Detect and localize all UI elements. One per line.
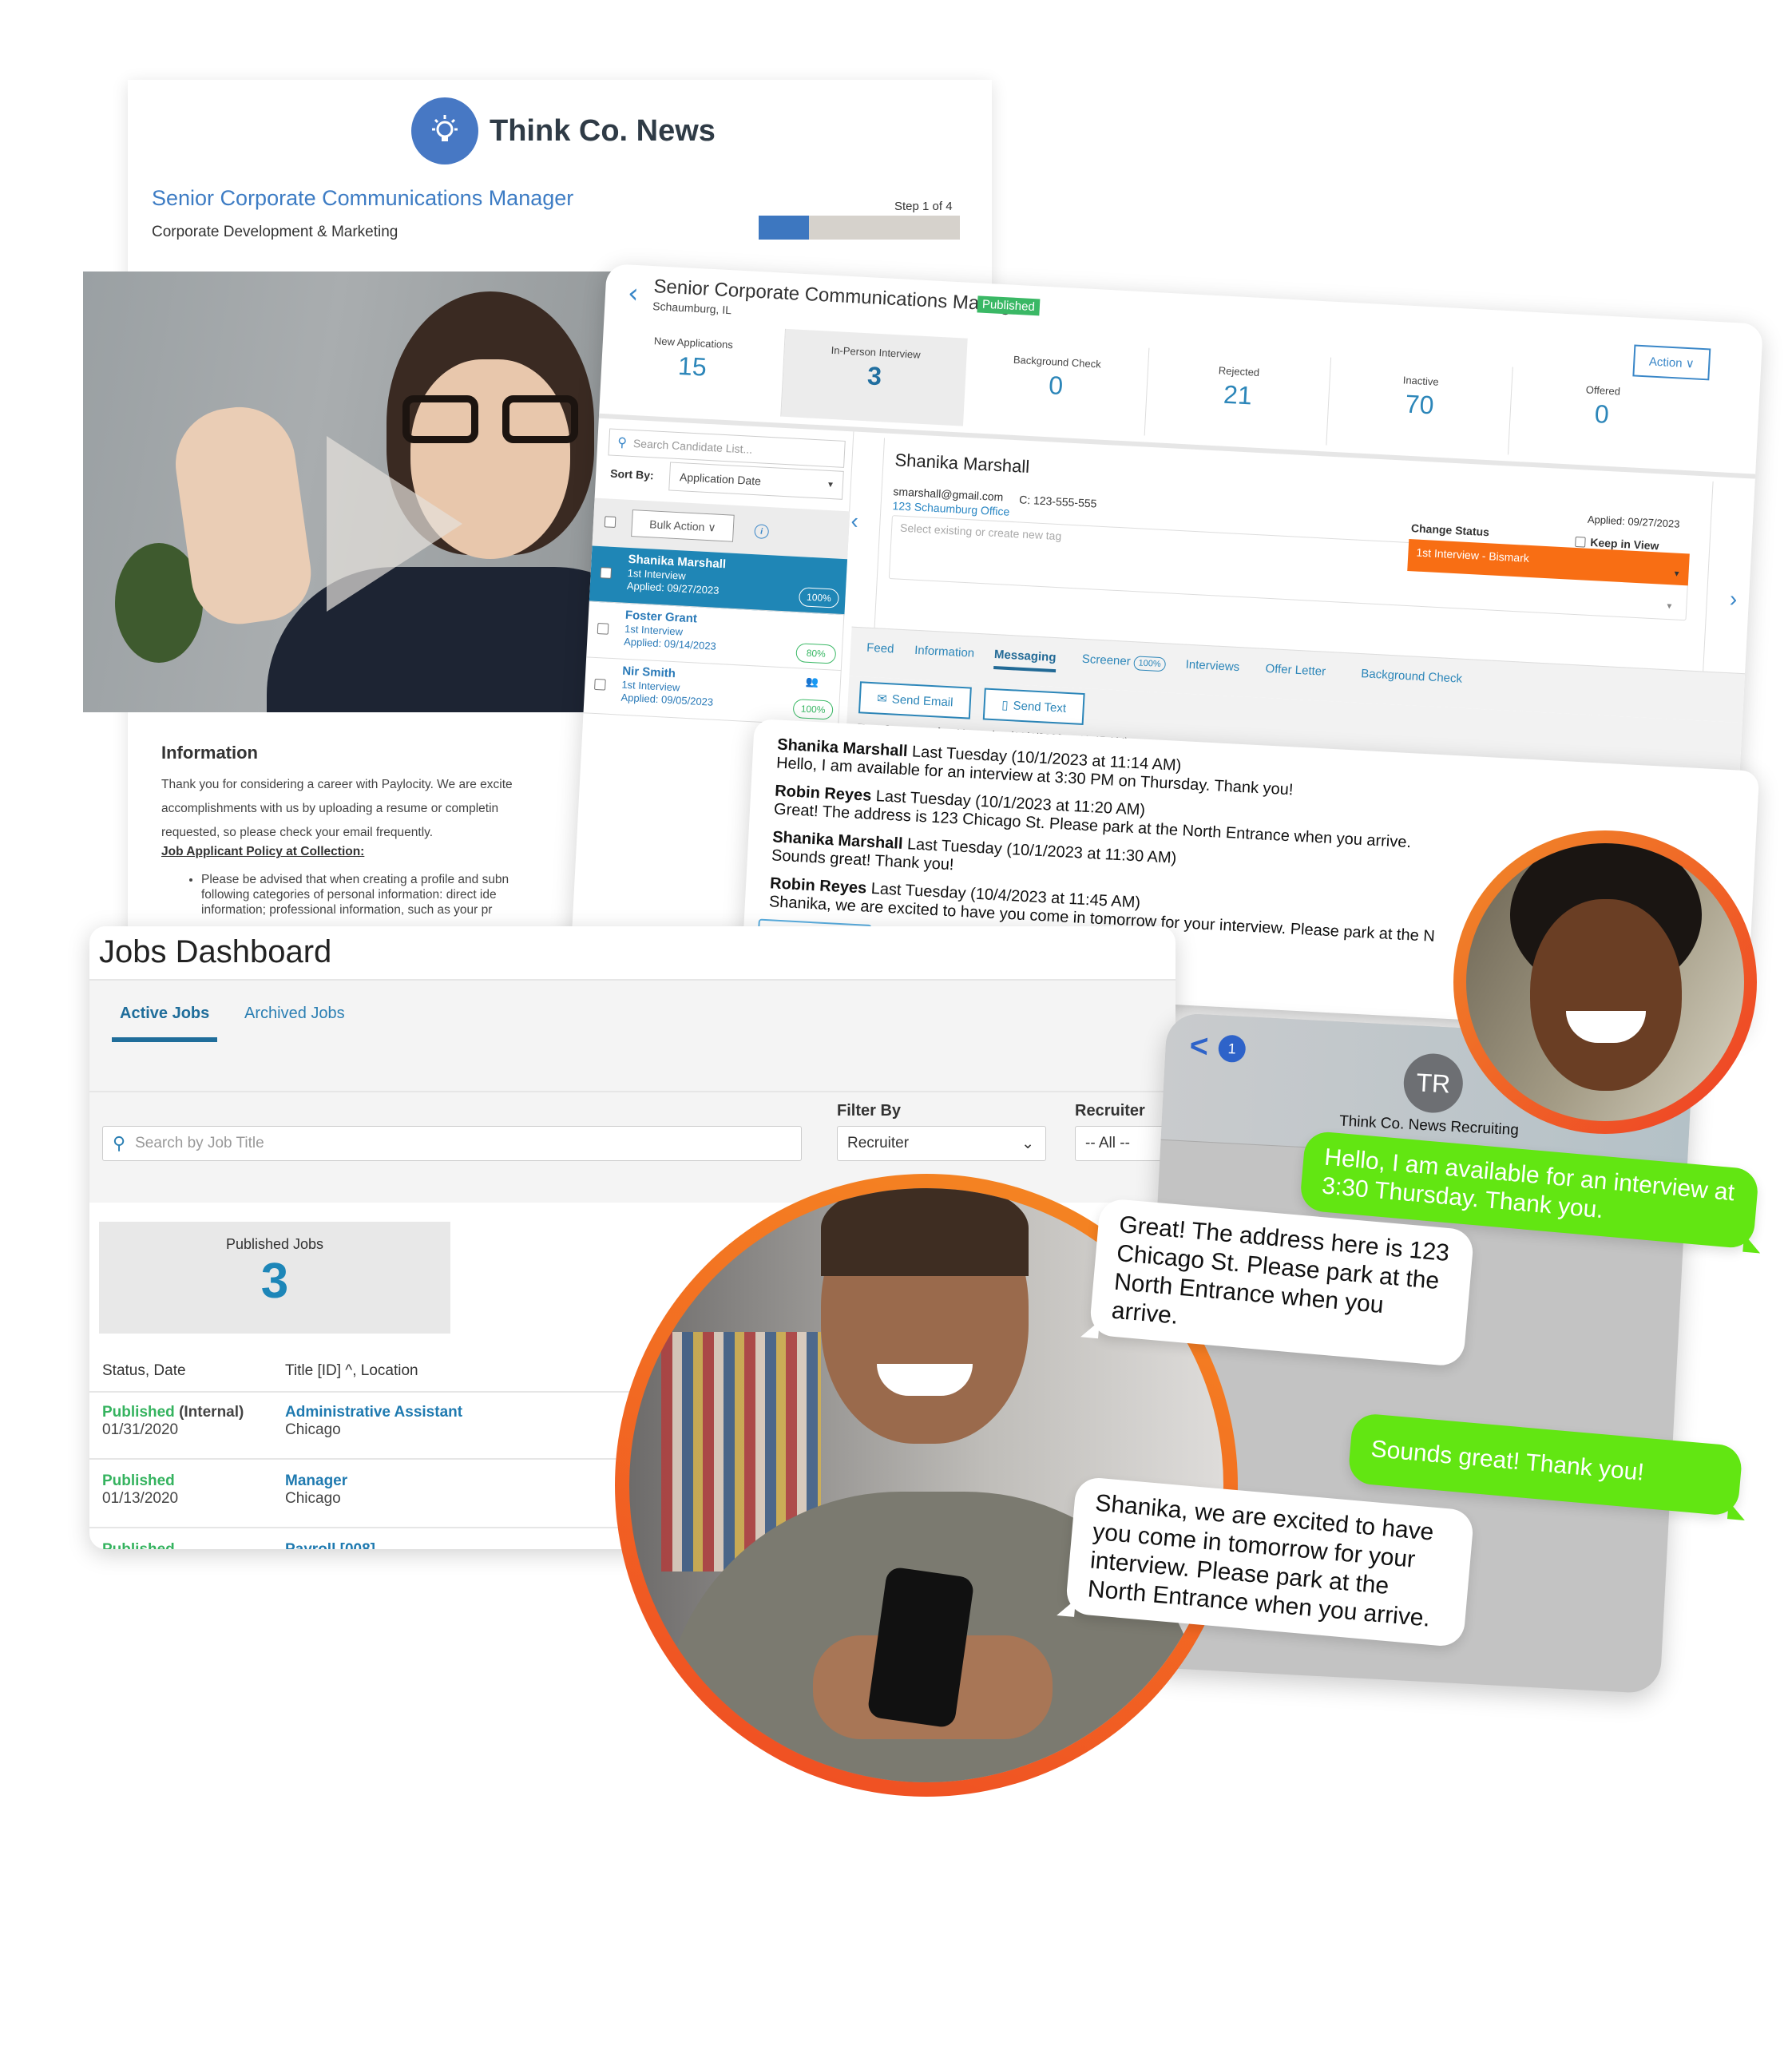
- stat-background-check[interactable]: Background Check 0: [962, 338, 1150, 436]
- tab-feed[interactable]: Feed: [866, 641, 894, 656]
- play-icon[interactable]: [327, 436, 462, 612]
- stat-in-person-interview[interactable]: In-Person Interview 3: [781, 328, 968, 426]
- status-badge: Published: [977, 295, 1041, 316]
- brand-header: Think Co. News: [411, 97, 716, 164]
- published-jobs-stat[interactable]: Published Jobs 3: [99, 1222, 450, 1334]
- applied-date: Applied: 09/27/2023: [1587, 513, 1680, 530]
- policy-list: Please be advised that when creating a p…: [161, 872, 609, 918]
- recruiter-label: Recruiter: [1075, 1102, 1145, 1120]
- step-progress-fill: [759, 216, 809, 240]
- job-location: Schaumburg, IL: [652, 299, 732, 317]
- score-badge: 80%: [795, 643, 837, 664]
- tab-interviews[interactable]: Interviews: [1185, 658, 1239, 675]
- group-icon: 👥: [805, 675, 819, 688]
- job-title-link[interactable]: Administrative Assistant: [285, 1404, 462, 1421]
- stat-inactive[interactable]: Inactive 70: [1326, 357, 1513, 455]
- tab-archived-jobs[interactable]: Archived Jobs: [244, 1005, 345, 1023]
- caret-down-icon: ▼: [1665, 601, 1674, 612]
- tab-messaging[interactable]: Messaging: [993, 648, 1057, 673]
- intro-video[interactable]: [83, 271, 658, 712]
- brand-name: Think Co. News: [490, 113, 716, 148]
- candidate-search-input[interactable]: ⚲ Search Candidate List...: [608, 428, 846, 468]
- tab-screener[interactable]: Screener 100%: [1081, 652, 1167, 672]
- step-progress-bar: [759, 216, 960, 240]
- candidate-name: Shanika Marshall: [894, 450, 1030, 478]
- lightbulb-icon: [411, 97, 478, 164]
- tab-offer-letter[interactable]: Offer Letter: [1265, 662, 1326, 679]
- bulk-action-button[interactable]: Bulk Action ∨: [631, 509, 735, 542]
- stat-new-applications[interactable]: New Applications 15: [599, 319, 787, 417]
- next-candidate-icon[interactable]: ›: [1729, 586, 1738, 612]
- jobs-tabs: Active Jobs Archived Jobs: [89, 979, 1176, 1091]
- filter-by-select[interactable]: Recruiter ⌄: [837, 1126, 1046, 1161]
- score-badge: 100%: [798, 587, 840, 608]
- sort-select[interactable]: Application Date ▼: [668, 462, 844, 500]
- candidate-portrait: [1453, 830, 1757, 1134]
- information-section: Information Thank you for considering a …: [161, 743, 609, 918]
- caret-down-icon: ▼: [1672, 569, 1681, 579]
- page-title: Jobs Dashboard: [99, 934, 332, 969]
- chevron-left-icon[interactable]: <: [1189, 1028, 1210, 1065]
- information-heading: Information: [161, 743, 258, 763]
- step-indicator: Step 1 of 4: [894, 200, 953, 213]
- tab-background-check[interactable]: Background Check: [1361, 667, 1462, 686]
- column-header-title-location[interactable]: Title [ID] ^, Location: [285, 1362, 418, 1380]
- unread-badge: 1: [1217, 1034, 1247, 1064]
- sort-label: Sort By:: [609, 466, 655, 482]
- previous-candidate-icon[interactable]: ‹: [850, 508, 859, 533]
- stat-rejected[interactable]: Rejected 21: [1144, 347, 1332, 446]
- row-checkbox[interactable]: [597, 623, 609, 635]
- job-title: Senior Corporate Communications Manager: [152, 186, 574, 210]
- row-checkbox[interactable]: [594, 678, 606, 691]
- job-search-input[interactable]: ⚲ Search by Job Title: [102, 1126, 802, 1161]
- mobile-phone-icon: ▯: [1001, 698, 1009, 713]
- send-email-button[interactable]: ✉ Send Email: [858, 681, 972, 719]
- send-text-button[interactable]: ▯ Send Text: [982, 688, 1085, 726]
- department: Corporate Development & Marketing: [152, 224, 398, 240]
- avatar: TR: [1401, 1052, 1465, 1115]
- chevron-left-icon[interactable]: ‹: [627, 277, 640, 310]
- policy-link[interactable]: Job Applicant Policy at Collection:: [161, 845, 609, 859]
- search-icon: ⚲: [616, 436, 628, 450]
- tab-information[interactable]: Information: [914, 644, 975, 660]
- filter-by-label: Filter By: [837, 1102, 902, 1120]
- candidate-phone: C: 123-555-555: [1018, 493, 1097, 510]
- envelope-icon: ✉: [876, 692, 888, 707]
- stat-offered[interactable]: Offered 0: [1509, 367, 1695, 465]
- select-all-checkbox[interactable]: [604, 516, 616, 529]
- info-icon[interactable]: i: [754, 524, 770, 540]
- job-title-link[interactable]: Payroll [008]: [285, 1541, 375, 1549]
- row-checkbox[interactable]: [600, 567, 613, 579]
- score-badge: 100%: [792, 698, 834, 720]
- job-title-link[interactable]: Manager: [285, 1472, 347, 1490]
- tab-active-jobs[interactable]: Active Jobs: [112, 1005, 218, 1042]
- change-status-label: Change Status: [1410, 521, 1490, 539]
- search-icon: ⚲: [113, 1133, 126, 1153]
- column-header-status-date[interactable]: Status, Date: [102, 1362, 186, 1380]
- chevron-down-icon: ⌄: [1021, 1135, 1034, 1152]
- caret-down-icon: ▼: [826, 480, 835, 489]
